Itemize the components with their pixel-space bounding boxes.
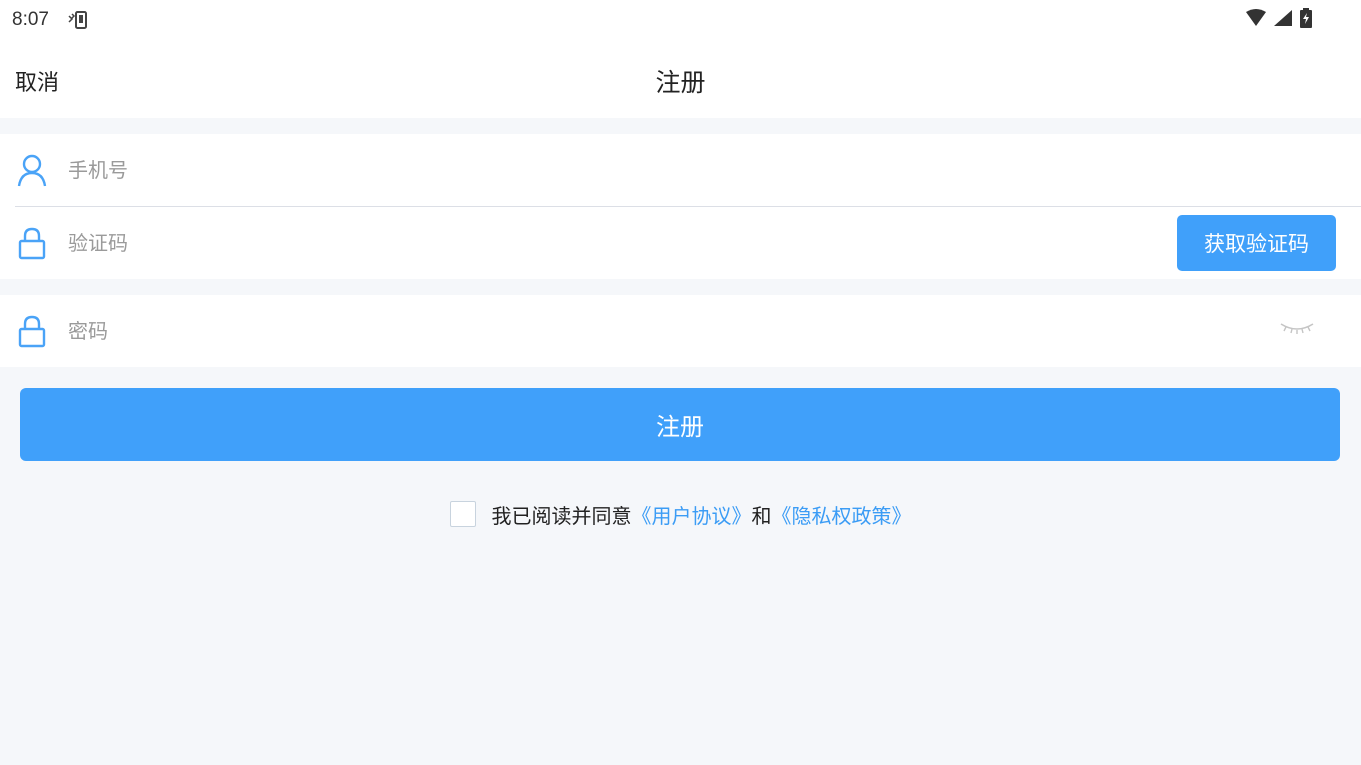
agreement-prefix: 我已阅读并同意 — [491, 503, 632, 528]
password-input[interactable] — [68, 313, 968, 349]
register-button[interactable]: 注册 — [20, 388, 1340, 461]
battery-charging-icon — [1299, 8, 1313, 32]
signal-icon — [1273, 9, 1293, 31]
status-icons — [1245, 8, 1313, 32]
code-input[interactable] — [68, 225, 968, 261]
eye-closed-icon[interactable] — [1278, 318, 1316, 338]
user-icon — [16, 153, 48, 187]
wifi-icon — [1245, 9, 1267, 31]
user-agreement-link[interactable]: 《用户协议》 — [632, 500, 752, 529]
code-row: 获取验证码 — [0, 207, 1361, 279]
password-group — [0, 295, 1361, 367]
password-row — [0, 295, 1361, 367]
agreement-conjunction: 和 — [751, 503, 772, 528]
vibrate-phone-icon — [68, 10, 90, 30]
get-code-button[interactable]: 获取验证码 — [1177, 215, 1336, 271]
page-title: 注册 — [655, 68, 706, 97]
agreement-row: 我已阅读并同意 《用户协议》 和 《隐私权政策》 — [0, 499, 1361, 529]
header: 取消 注册 — [0, 40, 1361, 118]
phone-input[interactable] — [68, 152, 968, 188]
status-bar: 8:07 — [0, 0, 1361, 40]
agreement-checkbox[interactable] — [449, 501, 476, 527]
status-time: 8:07 — [12, 9, 49, 30]
lock-icon — [16, 314, 48, 348]
privacy-policy-link[interactable]: 《隐私权政策》 — [772, 500, 912, 529]
phone-row — [0, 134, 1361, 206]
register-screen: 8:07 取消 注册 手机号 验证码 获取验证码 注册 我已阅读并同意 《用户协… — [0, 0, 1361, 765]
lock-icon — [16, 226, 48, 260]
phone-code-group: 获取验证码 — [0, 134, 1361, 279]
